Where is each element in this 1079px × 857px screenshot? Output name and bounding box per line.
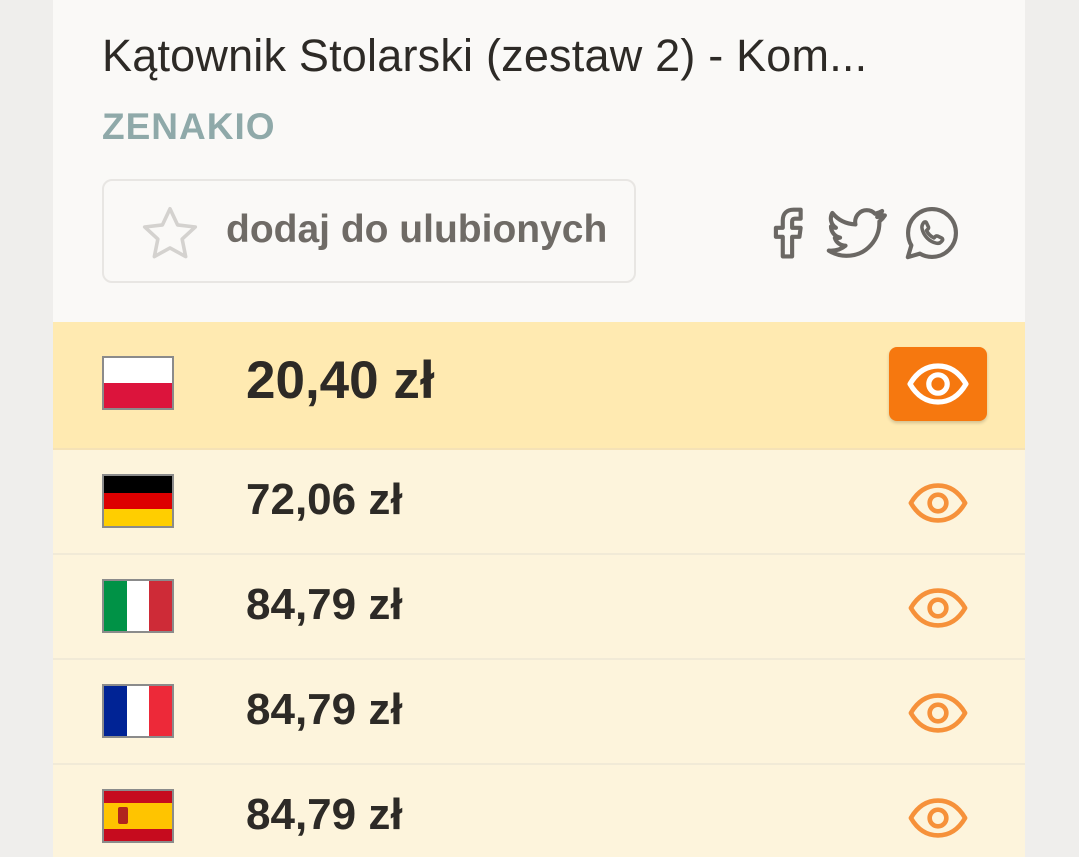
price-row-spain[interactable]: 84,79 zł [53,765,1025,857]
product-title[interactable]: Kątownik Stolarski (zestaw 2) - Kom... [102,30,982,82]
price-row-poland[interactable]: 20,40 zł [53,322,1025,450]
price-row-france[interactable]: 84,79 zł [53,660,1025,765]
eye-icon[interactable] [907,682,969,744]
flag-poland-icon [102,356,174,410]
flag-italy-icon [102,579,174,633]
price-value: 84,79 zł [246,580,403,629]
whatsapp-icon[interactable] [899,200,965,266]
price-row-italy[interactable]: 84,79 zł [53,555,1025,660]
eye-icon[interactable] [907,472,969,534]
star-icon [142,206,198,259]
product-card: Kątownik Stolarski (zestaw 2) - Kom... Z… [53,0,1025,857]
flag-spain-icon [102,789,174,843]
flag-france-icon [102,684,174,738]
price-value: 20,40 zł [246,351,435,410]
price-value: 72,06 zł [246,475,403,524]
view-offer-button[interactable] [889,347,987,421]
eye-icon[interactable] [907,787,969,849]
eye-icon [907,363,969,405]
favorites-label: dodaj do ulubionych [226,208,608,251]
flag-germany-icon [102,474,174,528]
add-to-favorites-button[interactable]: dodaj do ulubionych [102,179,636,283]
price-value: 84,79 zł [246,685,403,734]
price-list: 20,40 zł 72,06 zł 84,79 zł 84,79 zł 84,7… [53,322,1025,857]
brand-name[interactable]: ZENAKIO [102,106,276,148]
price-row-germany[interactable]: 72,06 zł [53,450,1025,555]
eye-icon[interactable] [907,577,969,639]
twitter-icon[interactable] [823,200,889,266]
price-value: 84,79 zł [246,790,403,839]
facebook-icon[interactable] [755,200,821,266]
